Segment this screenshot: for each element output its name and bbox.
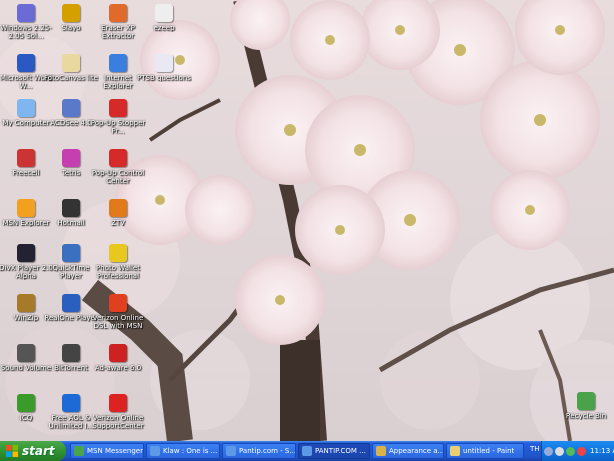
desktop-icon-area: Windows 2.25-2.05 Sol... Microsoft Word W…	[0, 0, 614, 441]
verizon-support-icon	[109, 394, 127, 412]
desktop-icon[interactable]: ezeep	[138, 4, 190, 32]
bittorrent-icon	[62, 344, 80, 362]
desktop-icon-label: Ad-aware 6.0	[94, 364, 142, 372]
ie-window-icon	[226, 446, 236, 456]
ad-aware-icon	[109, 344, 127, 362]
windows-logo-icon	[6, 445, 18, 457]
eraser-icon	[109, 4, 127, 22]
desktop-icon[interactable]: Eraser XP Extractor	[92, 4, 144, 40]
aol-icon	[62, 394, 80, 412]
desktop-icon-label: ezeep	[153, 24, 175, 32]
desktop-icon[interactable]: Internet Explorer	[92, 54, 144, 90]
desktop-icon[interactable]: Pop-Up Stopper Pr...	[90, 99, 146, 135]
photo-wallet-icon	[109, 244, 127, 262]
sound-volume-icon	[17, 344, 35, 362]
system-tray: 11:13 AM	[541, 441, 614, 461]
recycle-bin-icon	[577, 392, 595, 410]
desktop-icon-label: Verizon Online DSL with MSN	[92, 314, 144, 330]
desktop-icon[interactable]: Verizon Online DSL with MSN	[92, 294, 144, 330]
desktop-icon-label: Pop-Up Stopper Pr...	[90, 119, 146, 135]
ie-window-icon	[150, 446, 160, 456]
start-label: start	[22, 444, 55, 458]
start-button[interactable]: start	[0, 441, 66, 461]
word-icon	[17, 54, 35, 72]
quicktime-icon	[62, 244, 80, 262]
fotocanvas-icon	[62, 54, 80, 72]
icq-icon	[17, 394, 35, 412]
desktop-icon-label: Pop-Up Control Center	[91, 169, 145, 185]
taskbar-button-label: PANTIP.COM ...	[315, 447, 366, 455]
ptsb-icon	[155, 54, 173, 72]
tetris-icon	[62, 149, 80, 167]
taskbar-button-label: Pantip.com - S...	[239, 447, 295, 455]
popup-stopper-icon	[109, 99, 127, 117]
desktop-icon-label: Photo Wallet Professional	[96, 264, 140, 280]
taskbar-button[interactable]: MSN Messenger	[70, 443, 144, 459]
ezeep-icon	[155, 4, 173, 22]
volume-tray-icon[interactable]	[555, 446, 564, 456]
taskbar-button-label: Appearance a...	[389, 447, 443, 455]
taskbar-button[interactable]: untitled - Paint	[446, 443, 524, 459]
taskbar-button-label: untitled - Paint	[463, 447, 515, 455]
desktop-icon[interactable]: PTSB questions	[137, 54, 191, 82]
desktop-icon[interactable]: Ad-aware 6.0	[92, 344, 144, 372]
my-computer-icon	[17, 99, 35, 117]
taskbar-button-label: MSN Messenger	[87, 447, 143, 455]
taskbar-button-label: Klaw : One is ...	[163, 447, 218, 455]
language-indicator[interactable]: TH	[530, 445, 540, 453]
taskbar-button[interactable]: Pantip.com - S...	[222, 443, 296, 459]
msn-messenger-icon	[74, 446, 84, 456]
solitaire-icon	[17, 4, 35, 22]
desktop-icon[interactable]: Pop-Up Control Center	[92, 149, 144, 185]
taskbar-button[interactable]: Klaw : One is ...	[146, 443, 220, 459]
desktop-icon-label: PTSB questions	[137, 74, 191, 82]
desktop-icon-label: ZTV	[111, 219, 125, 227]
taskbar: start MSN Messenger Klaw : One is ... Pant…	[0, 441, 614, 461]
winzip-icon	[17, 294, 35, 312]
desktop-icon-label: Recycle Bin	[565, 412, 607, 420]
desktop-icon[interactable]: Verizon Online SupportCenter	[92, 394, 144, 430]
security-tray-icon[interactable]	[577, 446, 586, 456]
slayo-icon	[62, 4, 80, 22]
ztv-icon	[109, 199, 127, 217]
messenger-tray-icon[interactable]	[566, 446, 575, 456]
desktop-icon[interactable]: ZTV	[92, 199, 144, 227]
desktop-icon-label: Verizon Online SupportCenter	[92, 414, 144, 430]
hotmail-icon	[62, 199, 80, 217]
desktop-icon[interactable]: Photo Wallet Professional	[92, 244, 144, 280]
acdsee-icon	[62, 99, 80, 117]
desktop-icon[interactable]: Recycle Bin	[560, 392, 612, 420]
taskbar-button[interactable]: Appearance a...	[372, 443, 444, 459]
divx-icon	[17, 244, 35, 262]
paint-icon	[450, 446, 460, 456]
freecell-icon	[17, 149, 35, 167]
realone-icon	[62, 294, 80, 312]
internet-explorer-icon	[109, 54, 127, 72]
msn-explorer-icon	[17, 199, 35, 217]
clock[interactable]: 11:13 AM	[590, 447, 614, 455]
appearance-icon	[376, 446, 386, 456]
verizon-dsl-icon	[109, 294, 127, 312]
popup-control-icon	[109, 149, 127, 167]
ie-window-icon	[302, 446, 312, 456]
taskbar-button[interactable]: PANTIP.COM ...	[298, 443, 370, 459]
network-tray-icon[interactable]	[544, 446, 553, 456]
